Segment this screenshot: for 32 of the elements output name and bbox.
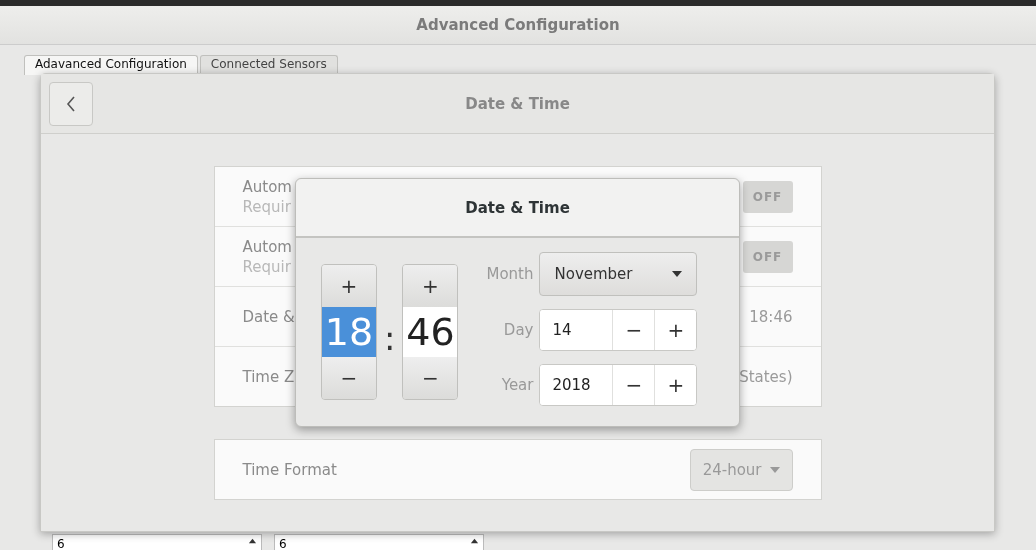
decrement-button[interactable]: − [322,357,376,399]
row-label: Time Format [242,460,337,479]
row-sublabel: Requir [242,257,292,276]
time-value[interactable]: 46 [403,307,458,357]
field-label: Month [486,265,534,283]
row-value: 18:46 [749,307,793,326]
row-label: Autom [242,177,292,196]
spin-arrow-icon [470,537,479,546]
back-icon [66,95,76,112]
spin-arrow-icon [248,537,257,546]
row-label: Autom [242,237,292,256]
dialog-title: Date & Time [465,94,570,113]
field-label: Day [502,321,534,339]
tab[interactable]: Adavanced Configuration [24,55,198,75]
caret-icon [769,466,780,473]
spin-field[interactable]: 6 [52,534,262,550]
popover-title: Date & Time [465,198,570,217]
row-sublabel: Requir [242,197,292,216]
row-label: Time Z [242,367,295,386]
field-label: Year [500,376,534,394]
back-button[interactable] [49,81,93,126]
spin-field[interactable]: 6 [274,534,484,550]
month-dropdown[interactable]: November [539,252,698,296]
decrement-button[interactable]: − [403,357,458,399]
row-value: States) [739,367,793,386]
increment-button[interactable]: + [322,265,376,307]
tab[interactable]: Connected Sensors [199,55,338,75]
increment-button[interactable]: + [403,265,458,307]
caret-icon [672,271,683,277]
window-title: Advanced Configuration [416,16,620,34]
time-separator: : [384,318,396,358]
row-label: Date & [242,307,295,326]
